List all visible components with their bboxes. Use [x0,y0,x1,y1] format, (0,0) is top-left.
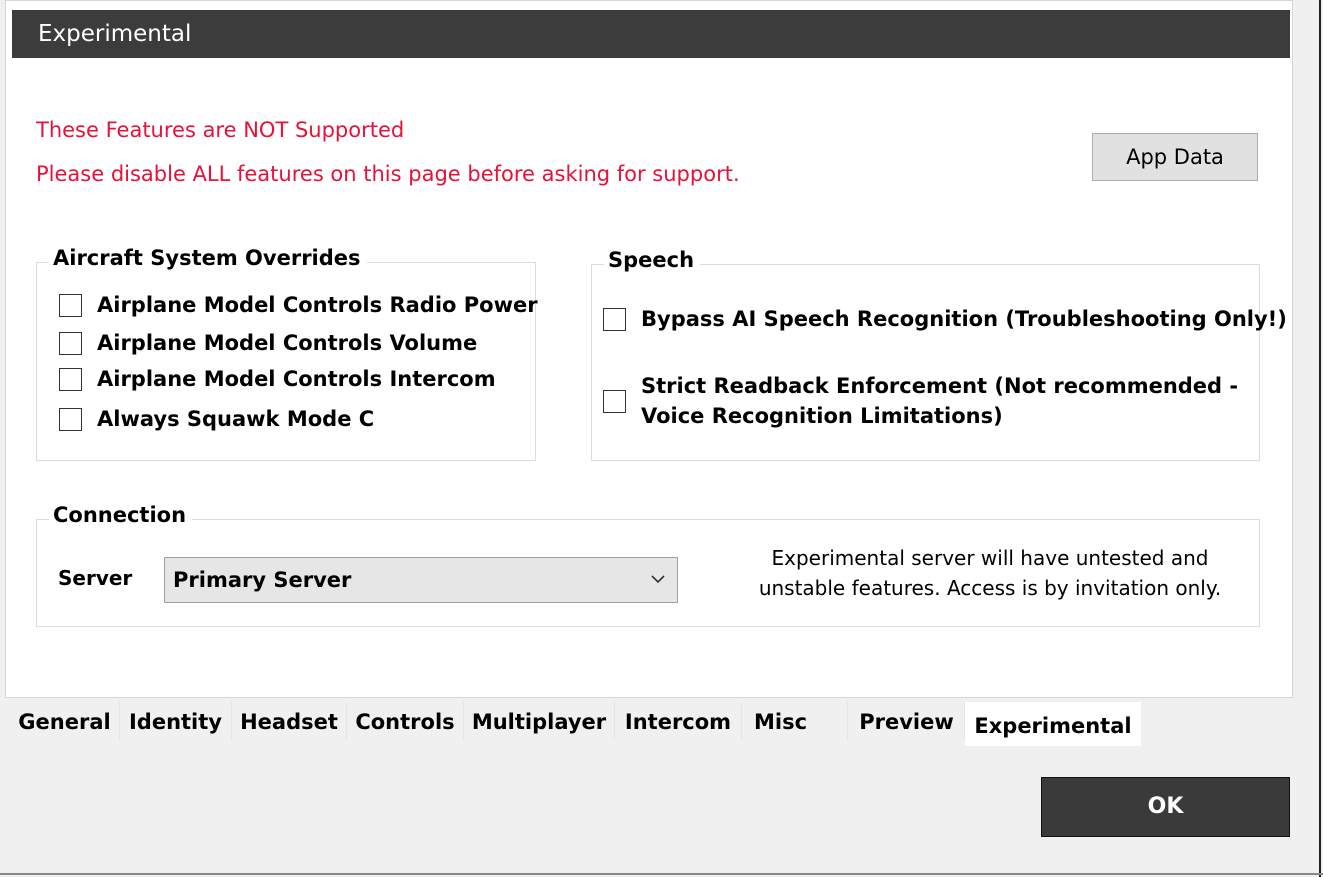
speech-title: Speech [604,248,701,272]
checkbox-box[interactable] [59,367,82,391]
app-data-button[interactable]: App Data [1092,133,1258,181]
checkbox-intercom[interactable]: Airplane Model Controls Intercom [59,364,496,394]
server-select-value: Primary Server [173,568,352,592]
checkbox-label: Bypass AI Speech Recognition (Troublesho… [641,307,1287,331]
checkbox-label: Strict Readback Enforcement (Not recomme… [641,371,1238,431]
warning-not-supported: These Features are NOT Supported [36,118,405,142]
checkbox-squawk-mode-c[interactable]: Always Squawk Mode C [59,404,374,434]
checkbox-label: Airplane Model Controls Radio Power [97,293,538,317]
page-title: Experimental [38,21,192,47]
ok-button[interactable]: OK [1041,777,1290,837]
tab-general[interactable]: General [10,702,120,740]
tab-misc[interactable]: Misc [742,702,848,740]
checkbox-label-line1: Strict Readback Enforcement (Not recomme… [641,374,1239,398]
server-info-text: Experimental server will have untested a… [740,543,1240,603]
tab-headset[interactable]: Headset [232,702,347,740]
checkbox-box[interactable] [603,389,626,413]
checkbox-box[interactable] [59,331,82,355]
checkbox-box[interactable] [59,407,82,431]
tab-multiplayer[interactable]: Multiplayer [464,702,615,740]
checkbox-box[interactable] [603,307,626,331]
window-bottom-edge [0,873,1323,875]
aircraft-overrides-title: Aircraft System Overrides [49,246,367,270]
tab-controls[interactable]: Controls [347,702,464,740]
checkbox-label: Always Squawk Mode C [97,407,375,431]
warning-disable-features: Please disable ALL features on this page… [36,162,740,186]
speech-group: Speech [591,248,1260,461]
tab-preview[interactable]: Preview [849,702,965,740]
checkbox-label: Airplane Model Controls Volume [97,331,478,355]
tab-intercom[interactable]: Intercom [615,702,742,740]
page-header: Experimental [12,10,1290,58]
tab-experimental[interactable]: Experimental [965,702,1141,746]
server-info-line1: Experimental server will have untested a… [771,546,1209,570]
server-select[interactable]: Primary Server [164,557,678,603]
checkbox-radio-power[interactable]: Airplane Model Controls Radio Power [59,290,538,320]
tab-identity[interactable]: Identity [120,702,232,740]
checkbox-label-line2: Voice Recognition Limitations) [641,404,1003,428]
connection-title: Connection [49,503,193,527]
server-label: Server [58,566,133,590]
checkbox-label: Airplane Model Controls Intercom [97,367,496,391]
checkbox-volume[interactable]: Airplane Model Controls Volume [59,328,477,358]
checkbox-box[interactable] [59,293,82,317]
checkbox-bypass-ai-speech[interactable]: Bypass AI Speech Recognition (Troublesho… [603,304,1287,334]
chevron-down-icon [651,575,665,584]
window-edge [1319,0,1321,877]
checkbox-strict-readback[interactable]: Strict Readback Enforcement (Not recomme… [603,371,1238,431]
server-info-line2: unstable features. Access is by invitati… [758,576,1222,600]
